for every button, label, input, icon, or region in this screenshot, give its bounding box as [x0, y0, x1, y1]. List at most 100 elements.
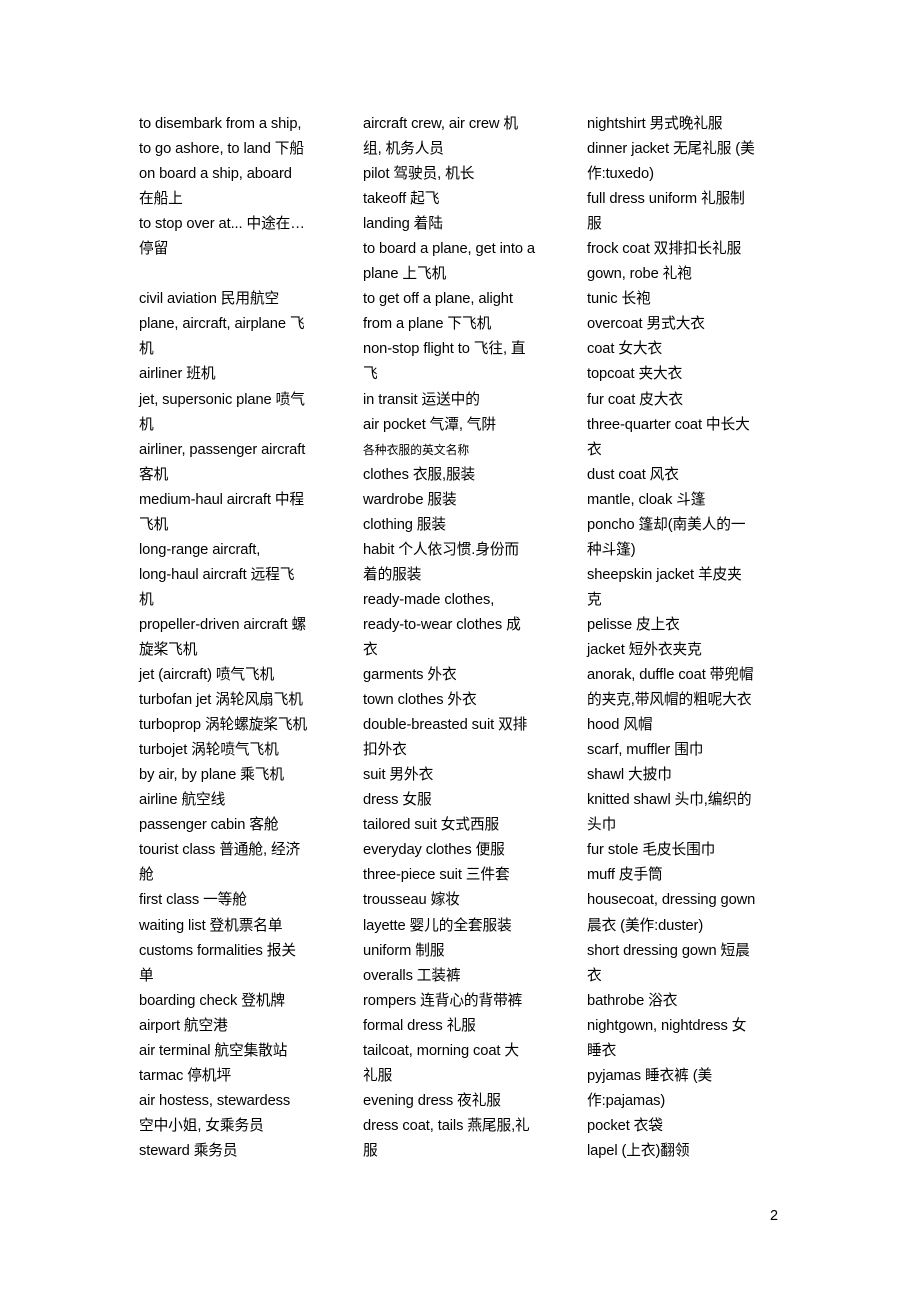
vocabulary-line: 机 [139, 416, 154, 433]
vocabulary-line: rompers 连背心的背带裤 [363, 992, 523, 1009]
vocabulary-line: three-piece suit 三件套 [363, 867, 510, 884]
vocabulary-line: airport 航空港 [139, 1017, 228, 1034]
vocabulary-line: ready-to-wear clothes 成 [363, 616, 521, 633]
vocabulary-line: 在船上 [139, 191, 183, 208]
vocabulary-line: air hostess, stewardess [139, 1092, 291, 1109]
vocabulary-line: 机 [139, 341, 154, 358]
vocabulary-line: layette 婴儿的全套服装 [363, 917, 512, 934]
vocabulary-line: town clothes 外衣 [363, 692, 477, 709]
vocabulary-line: bathrobe 浴衣 [587, 992, 678, 1009]
vocabulary-line: air pocket 气潭, 气阱 [363, 416, 496, 433]
vocabulary-line: 头巾 [587, 817, 617, 834]
vocabulary-line: 种斗篷) [587, 541, 636, 558]
vocabulary-line: waiting list 登机票名单 [139, 917, 283, 934]
vocabulary-line: full dress uniform 礼服制 [587, 191, 745, 208]
vocabulary-line: short dressing gown 短晨 [587, 942, 750, 959]
text-columns-container: to disembark from a ship, to go ashore, t… [139, 112, 799, 1164]
text-column-3: nightshirt 男式晚礼服 dinner jacket 无尾礼服 (美 作:t… [587, 112, 811, 1164]
vocabulary-line: jet (aircraft) 喷气飞机 [139, 667, 275, 684]
vocabulary-line: to stop over at... 中途在… [139, 216, 305, 233]
vocabulary-line: uniform 制服 [363, 942, 445, 959]
vocabulary-line: tailored suit 女式西服 [363, 817, 500, 834]
vocabulary-line: nightshirt 男式晚礼服 [587, 116, 723, 132]
vocabulary-line: tailcoat, morning coat 大 [363, 1042, 519, 1059]
vocabulary-line: plane 上飞机 [363, 266, 447, 283]
vocabulary-line: housecoat, dressing gown [587, 892, 756, 909]
vocabulary-line: to go ashore, to land 下船 [139, 141, 304, 158]
vocabulary-line: formal dress 礼服 [363, 1017, 476, 1034]
vocabulary-line: shawl 大披巾 [587, 767, 672, 784]
vocabulary-line: clothes 衣服,服装 [363, 466, 476, 483]
vocabulary-line: fur coat 皮大衣 [587, 391, 683, 408]
vocabulary-line: on board a ship, aboard [139, 166, 292, 183]
vocabulary-line: pilot 驾驶员, 机长 [363, 166, 475, 183]
vocabulary-line: landing 着陆 [363, 216, 443, 233]
vocabulary-line: 的夹克,带风帽的粗呢大衣 [587, 692, 752, 709]
vocabulary-line: 飞机 [139, 516, 169, 533]
vocabulary-line: nightgown, nightdress 女 [587, 1017, 747, 1034]
vocabulary-line: pocket 衣袋 [587, 1117, 663, 1134]
vocabulary-line: pelisse 皮上衣 [587, 616, 680, 633]
vocabulary-line: three-quarter coat 中长大 [587, 416, 750, 433]
vocabulary-line: 睡衣 [587, 1042, 617, 1059]
vocabulary-line: tourist class 普通舱, 经济 [139, 842, 301, 859]
vocabulary-line: 服 [363, 1142, 378, 1159]
vocabulary-line: turbojet 涡轮喷气飞机 [139, 742, 279, 759]
vocabulary-line: sheepskin jacket 羊皮夹 [587, 566, 742, 583]
vocabulary-line: scarf, muffler 围巾 [587, 742, 704, 759]
vocabulary-line: civil aviation 民用航空 [139, 291, 280, 308]
vocabulary-line: steward 乘务员 [139, 1142, 238, 1159]
vocabulary-line: 客机 [139, 466, 169, 483]
vocabulary-line: 单 [139, 967, 154, 984]
vocabulary-line: by air, by plane 乘飞机 [139, 767, 284, 784]
vocabulary-line: 停留 [139, 241, 169, 258]
vocabulary-line: 组, 机务人员 [363, 141, 444, 158]
vocabulary-line: muff 皮手筒 [587, 867, 663, 884]
vocabulary-line: 空中小姐, 女乘务员 [139, 1117, 264, 1134]
vocabulary-line: dinner jacket 无尾礼服 (美 [587, 141, 755, 158]
vocabulary-line: everyday clothes 便服 [363, 842, 505, 859]
vocabulary-line: 晨衣 (美作:duster) [587, 917, 704, 934]
vocabulary-line: hood 风帽 [587, 717, 653, 734]
vocabulary-line: fur stole 毛皮长围巾 [587, 842, 716, 859]
vocabulary-line: 衣 [587, 967, 602, 984]
vocabulary-line: overalls 工装裤 [363, 967, 461, 984]
vocabulary-line: habit 个人依习惯.身份而 [363, 541, 520, 558]
vocabulary-line: 飞 [363, 366, 378, 383]
vocabulary-line: takeoff 起飞 [363, 191, 440, 208]
vocabulary-line: non-stop flight to 飞往, 直 [363, 341, 526, 358]
vocabulary-line: 旋桨飞机 [139, 641, 198, 658]
vocabulary-line: wardrobe 服装 [363, 491, 457, 508]
vocabulary-line: 机 [139, 591, 154, 608]
section-heading: 各种衣服的英文名称 [363, 442, 470, 457]
vocabulary-line: evening dress 夜礼服 [363, 1092, 501, 1109]
vocabulary-line: plane, aircraft, airplane 飞 [139, 316, 305, 333]
vocabulary-line: garments 外衣 [363, 667, 457, 684]
vocabulary-line: 作:pajamas) [587, 1092, 666, 1109]
vocabulary-line: to board a plane, get into a [363, 241, 535, 258]
vocabulary-line: coat 女大衣 [587, 341, 663, 358]
vocabulary-line: 礼服 [363, 1067, 393, 1084]
vocabulary-line: jet, supersonic plane 喷气 [139, 391, 305, 408]
vocabulary-line: first class 一等舱 [139, 892, 247, 909]
vocabulary-line: to get off a plane, alight [363, 291, 513, 308]
vocabulary-line: aircraft crew, air crew 机 [363, 116, 519, 132]
vocabulary-line: suit 男外衣 [363, 767, 434, 784]
vocabulary-line: trousseau 嫁妆 [363, 892, 460, 909]
vocabulary-line: 克 [587, 591, 602, 608]
vocabulary-line: 着的服装 [363, 566, 422, 583]
vocabulary-line: gown, robe 礼袍 [587, 266, 692, 283]
vocabulary-line: airliner, passenger aircraft [139, 441, 306, 458]
vocabulary-line: long-range aircraft, [139, 541, 261, 558]
vocabulary-line: clothing 服装 [363, 516, 446, 533]
vocabulary-line: dust coat 风衣 [587, 466, 679, 483]
vocabulary-line: lapel (上衣)翻领 [587, 1142, 690, 1159]
vocabulary-line: 服 [587, 216, 602, 233]
text-column-1: to disembark from a ship, to go ashore, t… [139, 112, 363, 1164]
vocabulary-line: to disembark from a ship, [139, 116, 302, 132]
vocabulary-line: dress coat, tails 燕尾服,礼 [363, 1117, 530, 1134]
vocabulary-line: medium-haul aircraft 中程 [139, 491, 305, 508]
vocabulary-line: air terminal 航空集散站 [139, 1042, 288, 1059]
vocabulary-line: 衣 [587, 441, 602, 458]
